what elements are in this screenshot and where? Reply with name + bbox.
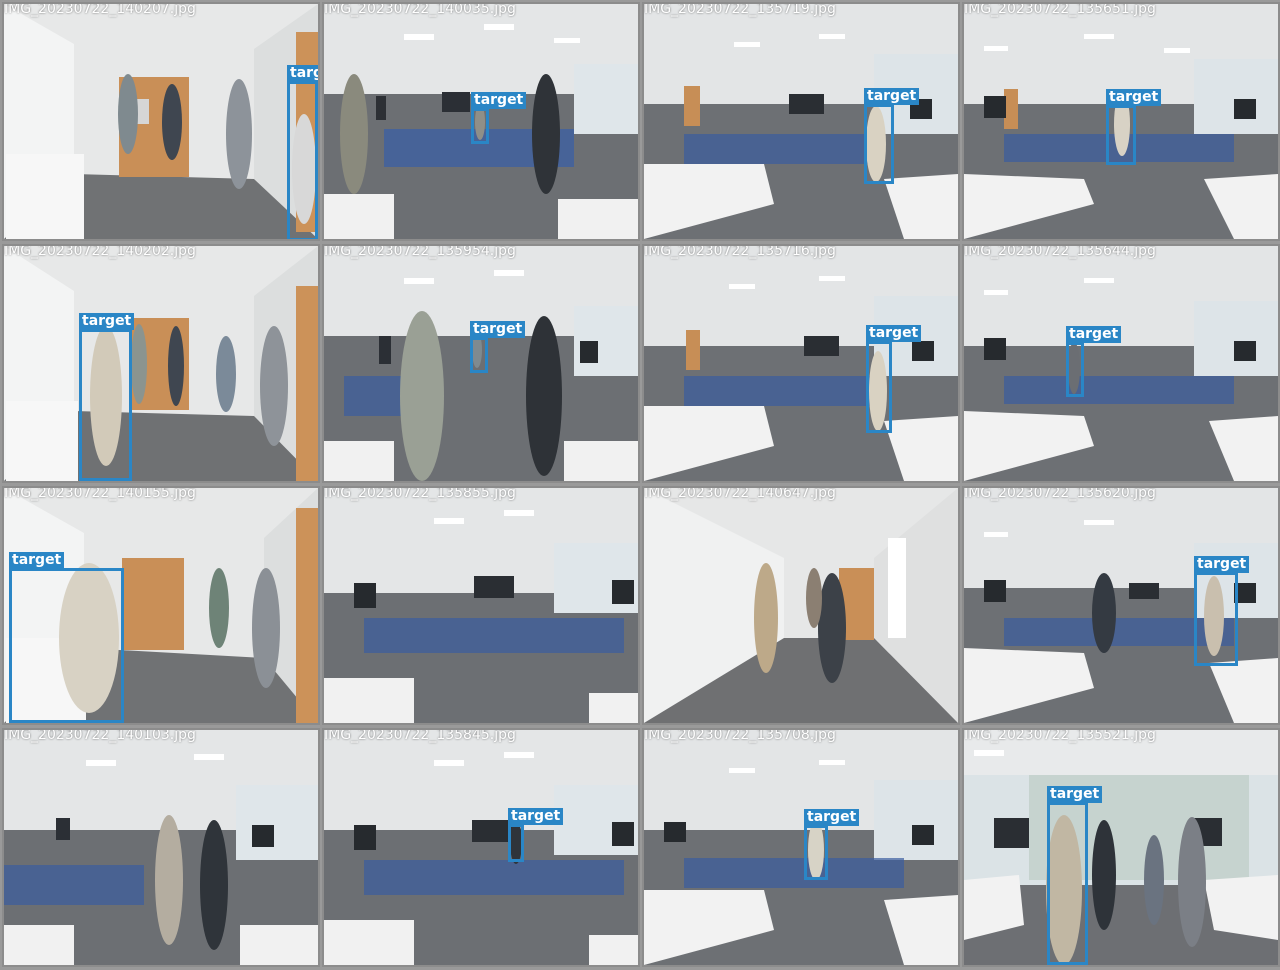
detection-box: target: [1194, 556, 1250, 666]
image-tile[interactable]: target IMG_20230722_135708.jpg: [642, 728, 960, 967]
detection-label: target: [1194, 556, 1250, 573]
detection-label: target: [79, 313, 135, 330]
photo-classroom: [324, 488, 638, 723]
detection-label: target: [508, 808, 564, 825]
image-tile[interactable]: target IMG_20230722_135620.jpg: [962, 486, 1280, 725]
image-tile[interactable]: target IMG_20230722_135651.jpg: [962, 2, 1280, 241]
detection-label: target: [1047, 786, 1103, 803]
detection-box: target: [79, 313, 135, 481]
photo-corridor: [4, 246, 318, 481]
image-tile[interactable]: target IMG_20230722_135521.jpg: [962, 728, 1280, 967]
detection-label: target: [471, 92, 527, 109]
detection-label: target: [1066, 326, 1122, 343]
detection-box: target: [508, 808, 564, 862]
photo-classroom-wide: [964, 246, 1278, 481]
detection-box: target: [1106, 89, 1162, 165]
photo-corridor-long: [644, 488, 958, 723]
detection-label: target: [1106, 89, 1162, 106]
detection-box: target: [1066, 326, 1122, 397]
image-tile[interactable]: target IMG_20230722_140035.jpg: [322, 2, 640, 241]
detection-label: target: [864, 88, 920, 105]
photo-classroom-wide: [644, 4, 958, 239]
detection-label: target: [287, 65, 318, 82]
detection-box: target: [287, 65, 318, 239]
image-tile[interactable]: target IMG_20230722_140202.jpg: [2, 244, 320, 483]
image-tile[interactable]: target IMG_20230722_135716.jpg: [642, 244, 960, 483]
detection-box: target: [866, 325, 922, 433]
image-tile[interactable]: IMG_20230722_135855.jpg: [322, 486, 640, 725]
image-tile[interactable]: target IMG_20230722_135644.jpg: [962, 244, 1280, 483]
photo-classroom: [4, 730, 318, 965]
detection-label: target: [866, 325, 922, 342]
image-tile[interactable]: target IMG_20230722_135719.jpg: [642, 2, 960, 241]
detection-box: target: [1047, 786, 1103, 965]
detection-label: target: [804, 809, 860, 826]
image-tile[interactable]: target IMG_20230722_135845.jpg: [322, 728, 640, 967]
detection-box: target: [9, 552, 124, 723]
image-grid: target IMG_20230722_140207.jpg target IM…: [0, 0, 1280, 970]
photo-classroom-wide: [644, 730, 958, 965]
photo-classroom: [324, 730, 638, 965]
detection-box: target: [471, 92, 527, 144]
photo-corridor: [4, 4, 318, 239]
image-tile[interactable]: target IMG_20230722_140155.jpg: [2, 486, 320, 725]
detection-label: target: [470, 321, 526, 338]
image-tile[interactable]: IMG_20230722_140647.jpg: [642, 486, 960, 725]
image-tile[interactable]: target IMG_20230722_140207.jpg: [2, 2, 320, 241]
detection-box: target: [804, 809, 860, 880]
detection-label: target: [9, 552, 65, 569]
photo-classroom-wide: [644, 246, 958, 481]
photo-window-room: [964, 730, 1278, 965]
detection-box: target: [864, 88, 920, 184]
image-tile[interactable]: target IMG_20230722_135954.jpg: [322, 244, 640, 483]
detection-box: target: [470, 321, 526, 373]
image-tile[interactable]: IMG_20230722_140103.jpg: [2, 728, 320, 967]
